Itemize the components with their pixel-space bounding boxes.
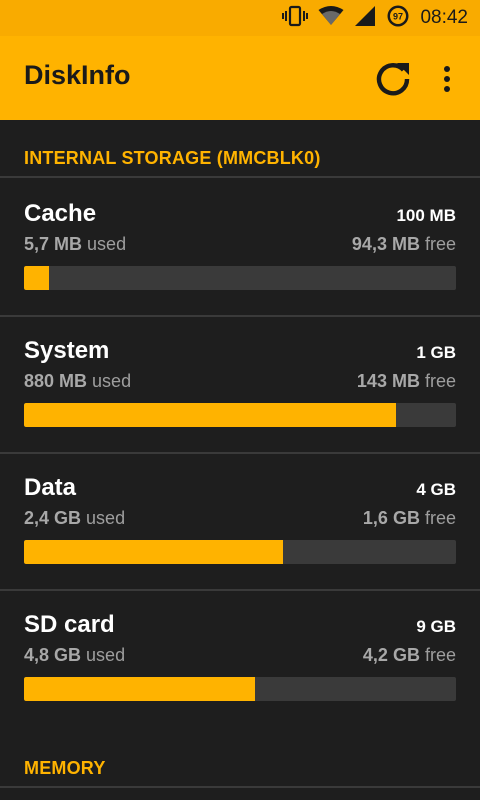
cell-signal-icon bbox=[354, 5, 376, 32]
battery-icon: 97 bbox=[386, 4, 410, 33]
item-used: 4,8 GB used bbox=[24, 645, 126, 665]
usage-bar bbox=[24, 266, 456, 290]
item-name: SD card bbox=[24, 611, 115, 638]
refresh-button[interactable] bbox=[372, 58, 414, 100]
storage-item-cache[interactable]: Cache 100 MB 5,7 MB used 94,3 MB free bbox=[0, 178, 480, 314]
item-total: 9 GB bbox=[416, 617, 456, 636]
wifi-icon bbox=[318, 5, 344, 32]
refresh-icon bbox=[376, 63, 410, 96]
storage-item-system[interactable]: System 1 GB 880 MB used 143 MB free bbox=[0, 315, 480, 451]
item-name: Cache bbox=[24, 200, 97, 227]
item-used: 5,7 MB used bbox=[24, 234, 127, 254]
storage-item-sd-card[interactable]: SD card 9 GB 4,8 GB used 4,2 GB free bbox=[0, 589, 480, 725]
divider bbox=[0, 786, 480, 788]
section-header-memory: MEMORY bbox=[24, 758, 106, 778]
item-free: 4,2 GB free bbox=[362, 645, 456, 665]
storage-list: INTERNAL STORAGE (MMCBLK0) Cache 100 MB … bbox=[0, 120, 480, 800]
item-total: 4 GB bbox=[416, 480, 456, 499]
item-used: 880 MB used bbox=[24, 371, 132, 391]
status-icons: 97 08:42 bbox=[282, 0, 468, 36]
storage-item-data[interactable]: Data 4 GB 2,4 GB used 1,6 GB free bbox=[0, 452, 480, 588]
vibrate-icon bbox=[282, 5, 309, 32]
usage-bar bbox=[24, 540, 456, 564]
item-free: 94,3 MB free bbox=[351, 234, 456, 254]
status-time: 08:42 bbox=[420, 7, 468, 28]
usage-bar bbox=[24, 403, 456, 427]
usage-bar bbox=[24, 677, 456, 701]
usage-bar-fill bbox=[24, 403, 396, 427]
more-options-button[interactable] bbox=[432, 58, 462, 100]
usage-bar-fill bbox=[24, 540, 284, 564]
app-bar: DiskInfo bbox=[0, 36, 480, 120]
item-used: 2,4 GB used bbox=[24, 508, 126, 528]
item-total: 1 GB bbox=[416, 343, 456, 362]
item-name: System bbox=[24, 337, 110, 364]
section-header-internal: INTERNAL STORAGE (MMCBLK0) bbox=[24, 148, 321, 168]
usage-bar-fill bbox=[24, 266, 49, 290]
item-free: 143 MB free bbox=[356, 371, 456, 391]
app-title: DiskInfo bbox=[24, 60, 131, 90]
svg-text:97: 97 bbox=[393, 11, 403, 21]
item-free: 1,6 GB free bbox=[362, 508, 456, 528]
status-bar: 97 08:42 bbox=[0, 0, 480, 36]
item-total: 100 MB bbox=[396, 206, 456, 225]
more-vert-icon bbox=[444, 66, 450, 92]
item-name: Data bbox=[24, 474, 77, 501]
usage-bar-fill bbox=[24, 677, 256, 701]
